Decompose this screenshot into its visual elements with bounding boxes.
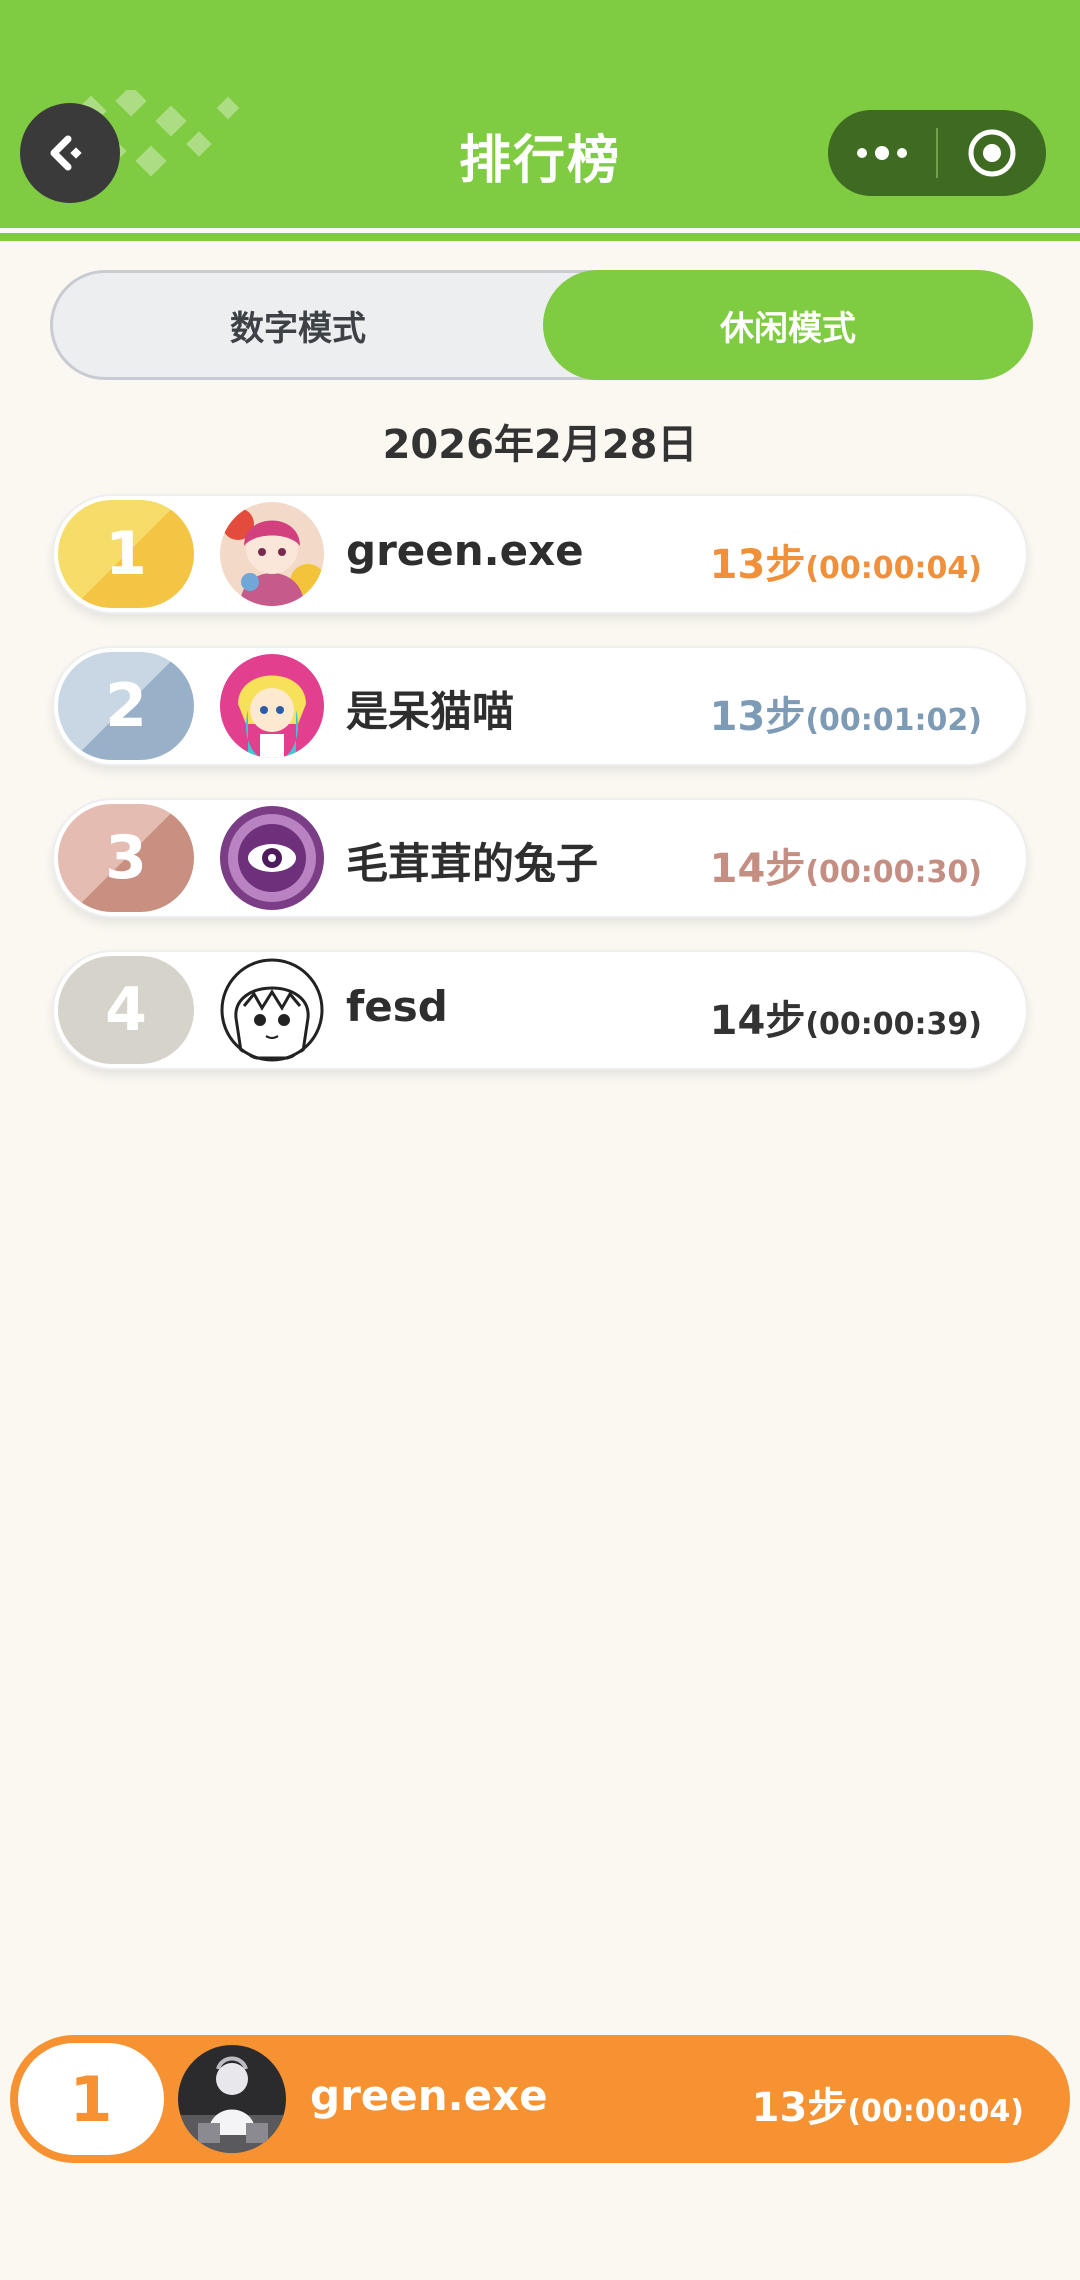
rank-badge-silver: 2 (58, 652, 194, 760)
my-name: green.exe (310, 2071, 548, 2120)
rank-number: 4 (105, 975, 147, 1045)
leaderboard-date: 2026年2月28日 (382, 422, 698, 468)
player-score: 14步(00:00:30) (710, 836, 982, 894)
player-name: green.exe (346, 526, 584, 575)
player-name: 毛茸茸的兔子 (346, 839, 599, 888)
leaderboard-row-3[interactable]: 3 毛茸茸的兔子 14步(00:00:30) (52, 798, 1028, 918)
rank-badge: 4 (58, 956, 194, 1064)
step-count: 13步 (709, 542, 806, 588)
leaderboard-row-4[interactable]: 4 fesd 14步(00:00:39) (52, 950, 1028, 1070)
my-score: 13步(00:00:04) (752, 2075, 1024, 2133)
avatar (220, 502, 324, 606)
player-name: 是呆猫喵 (346, 687, 515, 736)
avatar (220, 806, 324, 910)
rank-number: 1 (105, 519, 147, 589)
tab-number-mode[interactable]: 数字模式 (53, 273, 543, 377)
player-name: fesd (346, 982, 448, 1031)
rank-badge-gold: 1 (58, 500, 194, 608)
elapsed-time: (00:01:02) (805, 703, 982, 738)
player-score: 13步(00:01:02) (710, 684, 982, 742)
elapsed-time: (00:00:30) (805, 855, 982, 890)
my-rank-badge: 1 (18, 2043, 164, 2155)
top-bar: 排行榜 (0, 0, 1080, 228)
step-count: 13步 (751, 2085, 848, 2131)
player-score: 13步(00:00:04) (710, 532, 982, 590)
player-score: 14步(00:00:39) (710, 988, 982, 1046)
step-count: 14步 (709, 846, 806, 892)
rank-number: 2 (105, 671, 147, 741)
my-avatar (178, 2045, 286, 2153)
tab-casual-mode[interactable]: 休闲模式 (543, 270, 1033, 380)
capsule-divider (936, 128, 938, 178)
elapsed-time: (00:00:04) (805, 551, 982, 586)
leaderboard-row-2[interactable]: 2 是呆猫喵 13步(00:01:02) (52, 646, 1028, 766)
avatar (220, 654, 324, 758)
close-button[interactable] (938, 110, 1046, 196)
mode-switch: 数字模式 休闲模式 (50, 270, 1033, 380)
elapsed-time: (00:00:04) (847, 2094, 1024, 2129)
mini-program-capsule (828, 110, 1046, 196)
my-rank-bar[interactable]: 1 green.exe 13步(00:00:04) (10, 2035, 1070, 2163)
step-count: 14步 (709, 998, 806, 1044)
step-count: 13步 (709, 694, 806, 740)
avatar (220, 958, 324, 1062)
more-button[interactable] (828, 110, 936, 196)
more-dots-icon (857, 146, 907, 160)
target-circle-icon (968, 129, 1016, 177)
leaderboard-row-1[interactable]: 1 green.exe 13步(00:00:04) (52, 494, 1028, 614)
rank-number: 1 (69, 2062, 113, 2136)
header-divider-line (0, 233, 1080, 241)
rank-number: 3 (105, 823, 147, 893)
elapsed-time: (00:00:39) (805, 1007, 982, 1042)
rank-badge-bronze: 3 (58, 804, 194, 912)
